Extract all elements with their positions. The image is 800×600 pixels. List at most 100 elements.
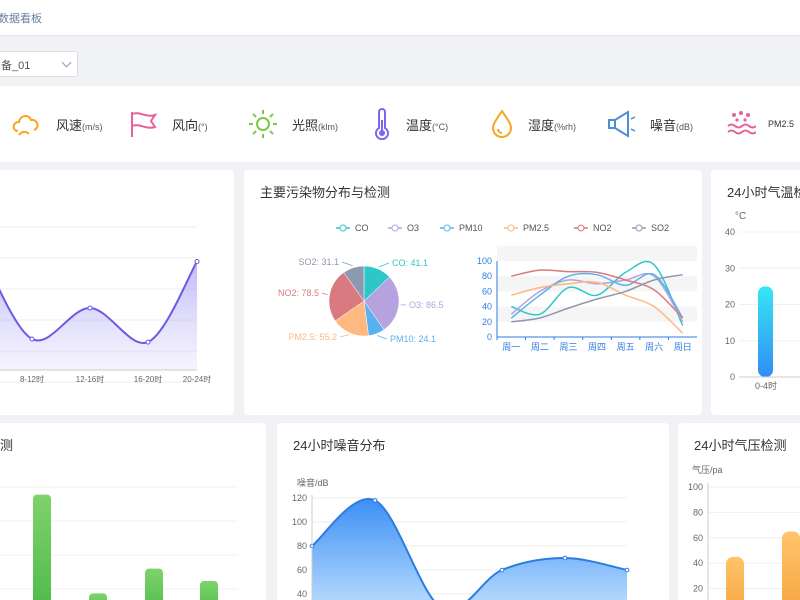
- sensor-wind-speed[interactable]: 风速(m/s): [10, 86, 103, 162]
- area-fill: [312, 498, 627, 600]
- sensor-label: 湿度(%rh): [528, 117, 577, 133]
- legend-label: CO: [355, 223, 369, 233]
- x-tick-label: 周一: [502, 342, 520, 352]
- data-point: [499, 567, 505, 573]
- x-tick-label: 周六: [645, 341, 663, 352]
- x-tick-label: 周二: [531, 342, 549, 352]
- legend-item: NO2: [574, 223, 612, 233]
- x-tick-label: 周四: [588, 342, 606, 352]
- sensor-label: 噪音(dB): [650, 117, 694, 133]
- y-tick-label: 40: [482, 302, 492, 312]
- wind-card: 8-12时 12-16时 16-20时 20-24时: [0, 170, 234, 415]
- pie-label: PM2.5: 55.2: [288, 332, 337, 342]
- legend-marker: [339, 224, 347, 232]
- x-tick-label: 8-12时: [20, 374, 44, 384]
- top-bar: [0, 0, 800, 36]
- y-tick-label: 0: [730, 372, 735, 382]
- y-tick-label: 20: [482, 317, 492, 327]
- x-tick-label: 20-24时: [183, 374, 211, 384]
- sensor-temperature[interactable]: 温度(°C): [372, 86, 448, 162]
- pie-label-line: [321, 292, 328, 295]
- y-tick-label: 120: [292, 493, 307, 503]
- pie-label-line: [339, 334, 350, 338]
- droplet-icon: [491, 109, 513, 138]
- temperature-card: 24小时气温检测 °C 0 10 20 30 40 0-4时: [711, 170, 800, 415]
- legend-item: PM2.5: [504, 223, 549, 233]
- pollutant-charts: CO O3 PM10 PM2.5 NO2 SO2 CO: 41.1 O3: 86.5 PM10:…: [278, 223, 697, 352]
- y-tick-label: 80: [693, 507, 703, 517]
- legend-item: SO2: [632, 223, 669, 233]
- x-tick-label: 16-20时: [134, 374, 162, 384]
- legend-marker: [635, 224, 643, 232]
- y-tick-label: 20: [693, 584, 703, 594]
- y-tick-label: 10: [725, 336, 735, 346]
- sensor-label: 风速(m/s): [56, 117, 103, 133]
- bar: [200, 581, 218, 600]
- breadcrumb[interactable]: 数据看板: [0, 10, 42, 26]
- card-title: 24小时气温检测: [727, 185, 800, 200]
- grid-band: [497, 245, 697, 261]
- card-title: 24小时气压检测: [694, 438, 787, 453]
- card-title: 主要污染物分布与检测: [260, 185, 391, 200]
- bar: [89, 593, 107, 600]
- legend-label: O3: [407, 223, 419, 233]
- pollutant-card: 主要污染物分布与检测 CO O3 PM10 PM2.5 NO2 SO2 CO: 41.1 O3…: [244, 170, 702, 415]
- y-axis-label: °C: [735, 211, 746, 222]
- device-select[interactable]: 备_01: [0, 51, 78, 77]
- card-title: 测: [0, 438, 14, 453]
- data-point: [624, 567, 630, 573]
- x-tick-label: 周五: [617, 342, 635, 352]
- sensor-humidity[interactable]: 湿度(%rh): [490, 86, 576, 162]
- haze-icon: [727, 111, 756, 135]
- y-tick-label: 0: [487, 332, 492, 342]
- y-tick-label: 40: [693, 558, 703, 568]
- legend-item: CO: [336, 223, 369, 233]
- sensor-label: 光照(klm): [292, 117, 339, 133]
- bar: [726, 556, 744, 600]
- pressure-card: 24小时气压检测 气压/pa 20 40 60 80 100: [678, 423, 800, 600]
- y-tick-label: 60: [482, 286, 492, 296]
- legend-item: PM10: [440, 223, 483, 233]
- y-axis-label: 噪音/dB: [297, 477, 329, 488]
- y-tick-label: 80: [482, 271, 492, 281]
- humidity-card: 测: [0, 423, 266, 600]
- legend-label: PM2.5: [523, 223, 549, 233]
- y-tick-label: 60: [693, 533, 703, 543]
- sun-icon: [249, 110, 277, 138]
- pie-label: O3: 86.5: [409, 300, 444, 310]
- legend-label: SO2: [651, 223, 669, 233]
- pie-label-line: [378, 262, 390, 268]
- data-point: [29, 336, 35, 342]
- sensor-noise[interactable]: 噪音(dB): [606, 86, 693, 162]
- pie-label: CO: 41.1: [392, 258, 428, 268]
- legend-marker: [391, 224, 399, 232]
- sensor-wind-direction[interactable]: 风向(°): [128, 86, 208, 162]
- y-axis-label: 气压/pa: [692, 464, 723, 475]
- sensor-label: PM2.5: [768, 119, 795, 129]
- x-tick-label: 周日: [674, 342, 692, 352]
- sensor-illumination[interactable]: 光照(klm): [248, 86, 338, 162]
- x-tick-label: 0-4时: [755, 380, 777, 391]
- speaker-icon: [608, 110, 636, 138]
- legend-item: O3: [388, 223, 419, 233]
- y-tick-label: 60: [297, 565, 307, 575]
- wind-area-chart: 8-12时 12-16时 16-20时 20-24时: [0, 226, 211, 384]
- bar: [145, 568, 163, 600]
- pie-label-line: [377, 335, 388, 340]
- data-point: [194, 259, 200, 264]
- humidity-bar-chart: [0, 486, 238, 600]
- sensor-pm25[interactable]: PM2.5: [726, 86, 794, 162]
- y-tick-label: 30: [725, 263, 735, 273]
- pie-label: PM10: 24.1: [390, 334, 436, 344]
- chevron-down-icon: [61, 57, 72, 68]
- data-point: [87, 305, 93, 311]
- filter-area: [0, 37, 800, 85]
- data-point: [145, 339, 151, 345]
- device-select-value: 备_01: [1, 60, 31, 72]
- flag-icon: [131, 112, 158, 137]
- card-title: 24小时噪音分布: [293, 438, 386, 453]
- cloud-icon: [12, 115, 39, 136]
- x-tick-label: 12-16时: [76, 374, 104, 384]
- pie-label-line: [341, 261, 353, 267]
- sensor-label: 风向(°): [172, 117, 208, 133]
